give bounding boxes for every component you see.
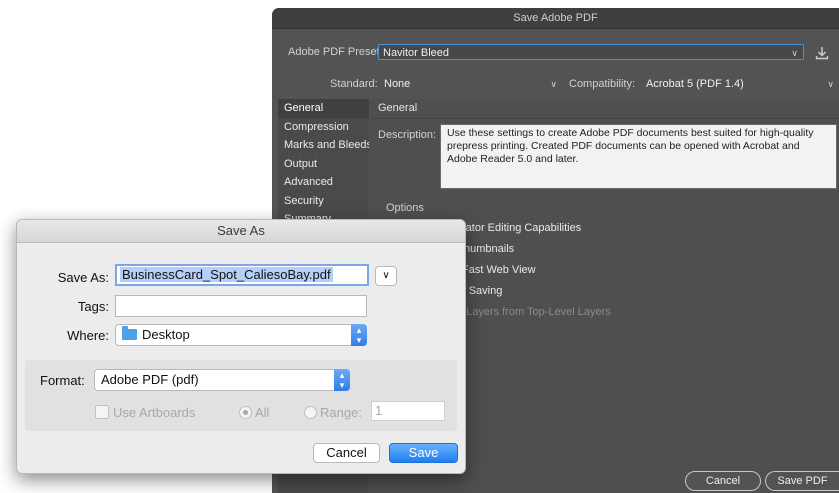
format-value: Adobe PDF (pdf) [101,372,199,387]
range-label: Range: [320,405,362,420]
sidebar-item-advanced[interactable]: Advanced [278,173,369,192]
all-radio: All [239,405,269,420]
filename-input[interactable]: BusinessCard_Spot_CaliesoBay.pdf [115,264,369,286]
chevron-down-icon: ∨ [382,270,390,281]
sidebar-item-security[interactable]: Security [278,192,369,211]
sidebar-item-general[interactable]: General [278,99,369,118]
chevron-down-icon: ∨ [827,79,834,89]
preset-label: Adobe PDF Preset: [288,46,383,58]
description-text[interactable]: Use these settings to create Adobe PDF d… [440,124,837,189]
checkbox-icon [95,405,109,419]
standard-select[interactable]: None ∨ [380,76,562,92]
save-as-label: Save As: [57,270,109,285]
where-label: Where: [67,328,109,343]
save-as-title: Save As [17,220,465,243]
pdf-cancel-button[interactable]: Cancel [685,471,761,491]
stepper-icon: ▴ ▾ [351,324,367,346]
description-label: Description: [378,129,437,141]
where-value: Desktop [142,327,190,342]
pdf-dialog-title: Save Adobe PDF [272,8,839,29]
option-fast-web-view[interactable]: Fast Web View [462,264,536,276]
compatibility-value: Acrobat 5 (PDF 1.4) [646,78,744,90]
folder-icon [122,326,137,340]
tags-input[interactable] [115,295,367,317]
preset-value: Navitor Bleed [383,47,450,59]
download-icon[interactable] [815,46,829,60]
compatibility-label: Compatibility: [569,78,636,90]
cancel-button[interactable]: Cancel [313,443,380,463]
chevron-down-icon: ∨ [791,48,798,58]
all-label: All [255,405,270,420]
option-view-after-saving[interactable]: r Saving [462,285,502,297]
radio-selected-icon [239,406,252,419]
section-title: General [378,102,418,114]
where-select[interactable]: Desktop ▴ ▾ [115,324,367,346]
sidebar-item-output[interactable]: Output [278,155,369,174]
format-select[interactable]: Adobe PDF (pdf) ▴ ▾ [94,369,350,391]
radio-icon [304,406,317,419]
filename-value: BusinessCard_Spot_CaliesoBay.pdf [120,267,333,282]
options-title: Options [386,202,424,214]
standard-value: None [384,78,411,90]
format-options-panel: Format: Adobe PDF (pdf) ▴ ▾ Use Artboards… [25,360,457,431]
range-input: 1 [371,401,445,421]
sidebar-item-marks-and-bleeds[interactable]: Marks and Bleeds [278,136,369,155]
chevron-down-icon: ∨ [550,79,557,89]
section-divider [370,118,839,119]
option-create-layers: t Layers from Top-Level Layers [460,306,611,318]
option-preserve-editing[interactable]: rator Editing Capabilities [462,222,581,234]
option-embed-thumbnails[interactable]: humbnails [464,243,514,255]
save-pdf-button[interactable]: Save PDF [765,471,839,491]
tags-label: Tags: [77,299,109,314]
save-as-dialog: Save As Save As: BusinessCard_Spot_Calie… [16,219,466,474]
preset-select[interactable]: Navitor Bleed ∨ [378,44,804,60]
save-button[interactable]: Save [389,443,458,463]
format-label: Format: [40,373,85,388]
use-artboards-checkbox: Use Artboards [95,405,195,420]
expand-button[interactable]: ∨ [375,266,397,286]
stepper-icon: ▴ ▾ [334,369,350,391]
use-artboards-label: Use Artboards [113,405,196,420]
sidebar-item-compression[interactable]: Compression [278,118,369,137]
range-radio: Range: [304,405,362,420]
standard-label: Standard: [330,78,378,90]
compatibility-select[interactable]: Acrobat 5 (PDF 1.4) ∨ [642,76,839,92]
